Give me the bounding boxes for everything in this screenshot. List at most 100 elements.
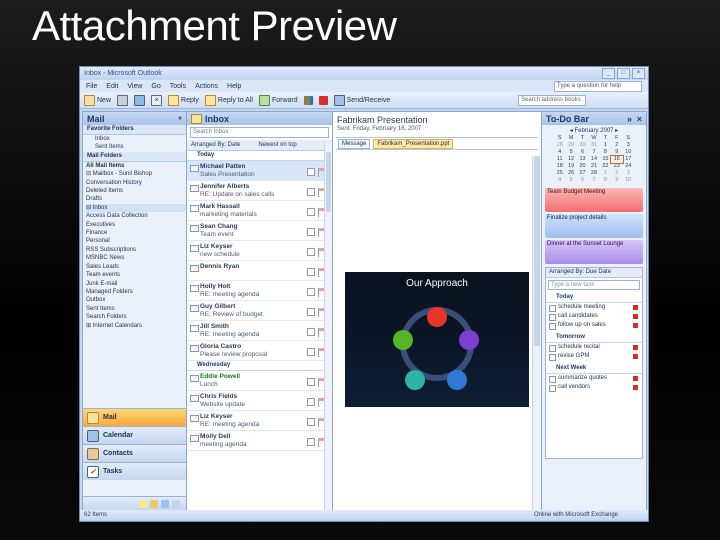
menu-help[interactable]: Help (227, 83, 241, 90)
appointment[interactable]: Team Budget Meeting (545, 188, 643, 212)
category-icon[interactable] (307, 248, 315, 256)
calendar-day[interactable]: 17 (623, 156, 634, 163)
calendar-day[interactable]: 1 (600, 142, 611, 149)
calendar-day[interactable]: 7 (588, 177, 599, 184)
task-item[interactable]: revise GPM (546, 352, 642, 361)
calendar-day[interactable]: 4 (554, 177, 565, 184)
categorize-button[interactable] (303, 95, 313, 105)
calendar-day[interactable]: 18 (554, 163, 565, 170)
calendar-day[interactable]: 9 (611, 177, 622, 184)
category-icon[interactable] (307, 268, 315, 276)
category-icon[interactable] (307, 418, 315, 426)
message-row[interactable]: Liz Keyser RE: meeting agenda (187, 411, 332, 431)
all-mail-items[interactable]: All Mail Items (86, 162, 186, 170)
folder-tree-item[interactable]: Finance (86, 229, 186, 237)
calendar-day[interactable]: 8 (600, 149, 611, 156)
configure-buttons-icon[interactable] (172, 499, 180, 508)
calendar-day[interactable]: 16 (610, 155, 624, 164)
folder-tree-item[interactable]: RSS Subscriptions (86, 246, 186, 254)
task-group-header[interactable]: Next Week (546, 364, 642, 374)
calendar-day[interactable]: 10 (623, 149, 634, 156)
message-row[interactable]: Eddie Powell Lunch (187, 371, 332, 391)
arranged-by-label[interactable]: Arranged By: Date (191, 140, 240, 150)
calendar-day[interactable]: 28 (554, 142, 565, 149)
calendar-day[interactable]: 10 (623, 177, 634, 184)
reading-scrollbar[interactable] (532, 156, 541, 510)
group-today[interactable]: Today (187, 151, 332, 161)
calendar-day[interactable]: 19 (565, 163, 576, 170)
menu-go[interactable]: Go (151, 83, 160, 90)
calendar-day[interactable]: 13 (577, 156, 588, 163)
calendar-day[interactable]: 1 (600, 170, 611, 177)
folder-tree-item[interactable]: Junk E-mail (86, 280, 186, 288)
calendar-day[interactable]: 30 (577, 142, 588, 149)
menu-actions[interactable]: Actions (195, 83, 218, 90)
task-flag-icon[interactable] (633, 385, 638, 390)
next-month-icon[interactable]: ▸ (614, 128, 618, 134)
calendar-day[interactable]: 3 (623, 170, 634, 177)
task-flag-icon[interactable] (633, 305, 638, 310)
mail-folders-header[interactable]: Mail Folders (83, 151, 186, 162)
message-row[interactable]: Jennifer Alberts RE: Update on sales call… (187, 181, 332, 201)
category-icon[interactable] (307, 348, 315, 356)
send-receive-button[interactable]: Send/Receive (333, 94, 390, 106)
calendar-day[interactable]: 12 (565, 156, 576, 163)
task-flag-icon[interactable] (633, 376, 638, 381)
calendar-day[interactable]: 23 (611, 163, 622, 170)
category-icon[interactable] (307, 188, 315, 196)
folder-tree-item[interactable]: ⊞ Internet Calendars (86, 322, 186, 330)
message-row[interactable]: Sean Chang Team event (187, 221, 332, 241)
calendar-day[interactable]: 7 (588, 149, 599, 156)
forward-button[interactable]: Forward (258, 94, 298, 106)
calendar-day[interactable]: 2 (611, 170, 622, 177)
task-flag-icon[interactable] (633, 314, 638, 319)
calendar-day[interactable]: 20 (577, 163, 588, 170)
scroll-thumb[interactable] (326, 152, 331, 212)
reading-scroll-thumb[interactable] (534, 156, 540, 346)
folder-tree-item[interactable]: Search Folders (86, 313, 186, 321)
folder-tree-item[interactable]: Outbox (86, 296, 186, 304)
folder-tree-item[interactable]: Deleted Items (86, 187, 186, 195)
message-row[interactable]: Chris Fields Website update (187, 391, 332, 411)
calendar-day[interactable]: 31 (588, 142, 599, 149)
category-icon[interactable] (307, 438, 315, 446)
calendar-day[interactable]: 6 (577, 149, 588, 156)
folder-tree-item[interactable]: Sent Items (86, 305, 186, 313)
favorite-folders-header[interactable]: Favorite Folders (83, 125, 186, 135)
task-item[interactable]: schedule recital (546, 343, 642, 352)
move-button[interactable] (134, 94, 146, 106)
inbox-search-input[interactable]: Search Inbox (190, 127, 329, 138)
task-item[interactable]: schedule meeting (546, 303, 642, 312)
nav-contacts-button[interactable]: Contacts (83, 444, 186, 462)
message-row[interactable]: Jill Smith RE: meeting agenda (187, 321, 332, 341)
calendar-day[interactable]: 8 (600, 177, 611, 184)
task-flag-icon[interactable] (633, 323, 638, 328)
collapse-chevron-icon[interactable]: « (178, 115, 182, 122)
calendar-day[interactable]: 28 (588, 170, 599, 177)
calendar-day[interactable]: 2 (611, 142, 622, 149)
calendar-day[interactable]: 5 (565, 177, 576, 184)
folder-tree-item[interactable]: Personal (86, 237, 186, 245)
calendar-day[interactable]: 3 (623, 142, 634, 149)
folder-tree-item[interactable]: Executives (86, 221, 186, 229)
calendar-day[interactable]: 14 (588, 156, 599, 163)
message-row[interactable]: Mark Hassall marketing materials (187, 201, 332, 221)
calendar-day[interactable]: 9 (611, 149, 622, 156)
category-icon[interactable] (307, 378, 315, 386)
category-icon[interactable] (307, 208, 315, 216)
folder-tree-item[interactable]: ⊟ Inbox (86, 203, 186, 213)
menu-tools[interactable]: Tools (170, 83, 186, 90)
category-icon[interactable] (307, 228, 315, 236)
message-row[interactable]: Holly Holt RE: meeting agenda (187, 281, 332, 301)
message-row[interactable]: Molly Dell meeting agenda (187, 431, 332, 451)
calendar-day[interactable]: 27 (577, 170, 588, 177)
calendar-day[interactable]: 25 (554, 170, 565, 177)
fav-inbox[interactable]: Inbox (95, 135, 186, 143)
address-book-search[interactable]: Search address books (518, 95, 586, 106)
print-button[interactable] (117, 94, 129, 106)
folder-tree-item[interactable]: Drafts (86, 195, 186, 203)
task-arrange-header[interactable]: Arranged By: Due Date (546, 268, 642, 278)
folder-tree-item[interactable]: MSNBC News (86, 254, 186, 262)
message-row[interactable]: Gloria Castro Please review proposal (187, 341, 332, 361)
task-flag-icon[interactable] (633, 345, 638, 350)
